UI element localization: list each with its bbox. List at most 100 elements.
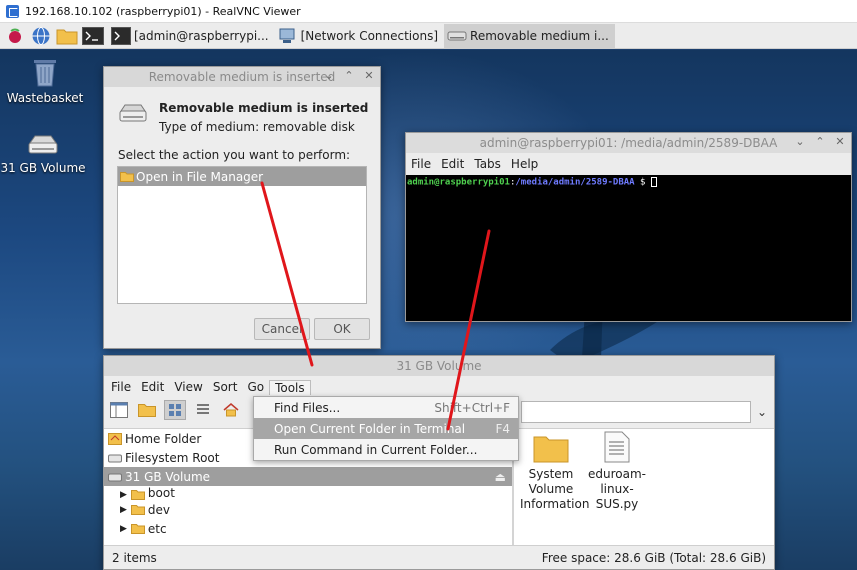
chevron-right-icon[interactable]: ▶ [120, 490, 127, 500]
task-network-connections[interactable]: [Network Connections] [275, 24, 444, 48]
path-input[interactable] [521, 401, 751, 423]
dialog-heading: Removable medium is inserted [159, 101, 369, 115]
desktop-icon-31gb-volume[interactable]: 31 GB Volume [0, 134, 88, 175]
item-count: 2 items [112, 550, 157, 565]
terminal-icon [111, 26, 131, 45]
terminal-window: admin@raspberrypi01: /media/admin/2589-D… [405, 132, 852, 322]
task-label: [Network Connections] [300, 28, 439, 43]
menu-item-open-in-terminal[interactable]: Open Current Folder in Terminal F4 [254, 418, 518, 439]
free-space: Free space: 28.6 GiB (Total: 28.6 GiB) [541, 550, 766, 565]
menu-item-label: Open Current Folder in Terminal [274, 421, 466, 436]
action-list: Open in File Manager [117, 166, 367, 304]
chevron-up-icon[interactable]: ⌃ [813, 135, 827, 148]
new-window-icon[interactable] [108, 400, 130, 420]
chevron-right-icon[interactable]: ▶ [120, 505, 127, 515]
close-icon[interactable]: ✕ [362, 69, 376, 82]
file-item-system-volume-information[interactable]: System Volume Information [520, 433, 590, 512]
network-icon [279, 28, 295, 43]
menu-view[interactable]: View [169, 380, 207, 394]
folder-icon [533, 436, 569, 463]
fm-file-view: System Volume Information eduroam-linux-… [514, 428, 774, 546]
fm-title: 31 GB Volume [396, 359, 482, 373]
vnc-window-title: 192.168.10.102 (raspberrypi01) - RealVNC… [25, 4, 301, 18]
list-view-icon[interactable] [192, 400, 214, 420]
action-open-file-manager[interactable]: Open in File Manager [118, 167, 366, 186]
menu-item-accelerator: Shift+Ctrl+F [434, 400, 510, 415]
prompt-end: $ [634, 177, 651, 188]
menu-file[interactable]: File [406, 157, 436, 171]
task-terminal[interactable]: [admin@raspberrypi... [108, 24, 275, 48]
icon-view-icon[interactable] [164, 400, 186, 420]
terminal-screen[interactable]: admin@raspberrypi01:/media/admin/2589-DB… [406, 175, 851, 321]
menu-file[interactable]: File [106, 380, 136, 394]
tree-item-dev[interactable]: ▶ dev [104, 500, 512, 519]
prompt-user: admin@raspberrypi01 [407, 177, 510, 188]
menu-item-label: Find Files... [274, 400, 341, 415]
text-file-icon [604, 431, 630, 463]
menu-tools[interactable]: Tools [269, 379, 311, 395]
folder-icon [130, 505, 145, 515]
removable-medium-dialog: Removable medium is inserted ⌄ ⌃ ✕ Remov… [103, 66, 381, 349]
tree-label: dev [147, 502, 171, 517]
prompt-path: /media/admin/2589-DBAA [515, 177, 635, 188]
menu-go[interactable]: Go [242, 380, 269, 394]
menu-help[interactable]: Help [506, 157, 543, 171]
chevron-right-icon[interactable]: ▶ [120, 524, 127, 534]
chevron-down-icon[interactable]: ⌄ [754, 404, 770, 420]
fm-titlebar[interactable]: 31 GB Volume [104, 356, 774, 376]
menu-item-find-files[interactable]: Find Files... Shift+Ctrl+F [254, 397, 518, 418]
realvnc-icon [6, 4, 19, 18]
task-removable-medium[interactable]: Removable medium i... [444, 23, 615, 48]
menu-edit[interactable]: Edit [436, 157, 469, 171]
menu-tabs[interactable]: Tabs [469, 157, 506, 171]
sidebar-label: Filesystem Root [125, 450, 220, 465]
menu-item-run-command[interactable]: Run Command in Current Folder... [254, 439, 518, 460]
eject-icon[interactable]: ⏏ [495, 470, 506, 484]
action-label: Open in File Manager [136, 169, 264, 184]
file-manager-window: 31 GB Volume File Edit View Sort Go Tool… [103, 355, 775, 570]
new-folder-icon[interactable] [136, 400, 158, 420]
terminal-launcher-icon[interactable] [82, 25, 104, 47]
chevron-down-icon[interactable]: ⌄ [322, 69, 336, 82]
home-icon [108, 432, 122, 445]
fm-statusbar: 2 items Free space: 28.6 GiB (Total: 28.… [104, 545, 774, 569]
file-label: System Volume Information [520, 467, 590, 511]
task-label: [admin@raspberrypi... [134, 28, 269, 43]
web-browser-icon[interactable] [30, 25, 52, 47]
tree-label: etc [147, 521, 167, 536]
drive-icon [28, 135, 58, 154]
dialog-title: Removable medium is inserted [148, 70, 336, 84]
vnc-titlebar: 192.168.10.102 (raspberrypi01) - RealVNC… [0, 0, 857, 23]
cancel-button[interactable]: Cancel [254, 318, 310, 340]
menu-sort[interactable]: Sort [208, 380, 243, 394]
cancel-label: Cancel [261, 322, 303, 336]
ok-button[interactable]: OK [314, 318, 370, 340]
home-icon[interactable] [220, 400, 242, 420]
raspberry-menu-icon[interactable] [4, 25, 26, 47]
tree-item-boot[interactable]: ▶ boot [104, 486, 512, 500]
medium-type-text: Type of medium: removable disk [159, 120, 355, 134]
taskbar: [admin@raspberrypi... [Network Connectio… [0, 23, 857, 49]
fm-menubar: File Edit View Sort Go Tools [104, 377, 774, 397]
terminal-title: admin@raspberrypi01: /media/admin/2589-D… [479, 136, 778, 150]
file-manager-icon[interactable] [56, 25, 78, 47]
action-prompt: Select the action you want to perform: [118, 148, 351, 162]
drive-icon [447, 31, 467, 40]
terminal-menubar: File Edit Tabs Help [406, 154, 851, 174]
menu-edit[interactable]: Edit [136, 380, 169, 394]
folder-icon [130, 524, 145, 534]
desktop-icon-label: 31 GB Volume [0, 161, 86, 175]
file-item-eduroam-script[interactable]: eduroam-linux-SUS.py [586, 431, 648, 512]
sidebar-label: 31 GB Volume [125, 469, 211, 484]
terminal-cursor [650, 177, 657, 187]
file-label: eduroam-linux-SUS.py [588, 467, 646, 511]
dialog-titlebar[interactable]: Removable medium is inserted ⌄ ⌃ ✕ [104, 67, 380, 87]
chevron-up-icon[interactable]: ⌃ [342, 69, 356, 82]
terminal-titlebar[interactable]: admin@raspberrypi01: /media/admin/2589-D… [406, 133, 851, 153]
desktop-icon-wastebasket[interactable]: Wastebasket [0, 56, 90, 105]
sidebar-item-31gb-volume[interactable]: 31 GB Volume ⏏ [104, 467, 512, 486]
close-icon[interactable]: ✕ [833, 135, 847, 148]
tree-item-etc[interactable]: ▶ etc [104, 519, 512, 538]
chevron-down-icon[interactable]: ⌄ [793, 135, 807, 148]
ok-label: OK [333, 322, 351, 336]
